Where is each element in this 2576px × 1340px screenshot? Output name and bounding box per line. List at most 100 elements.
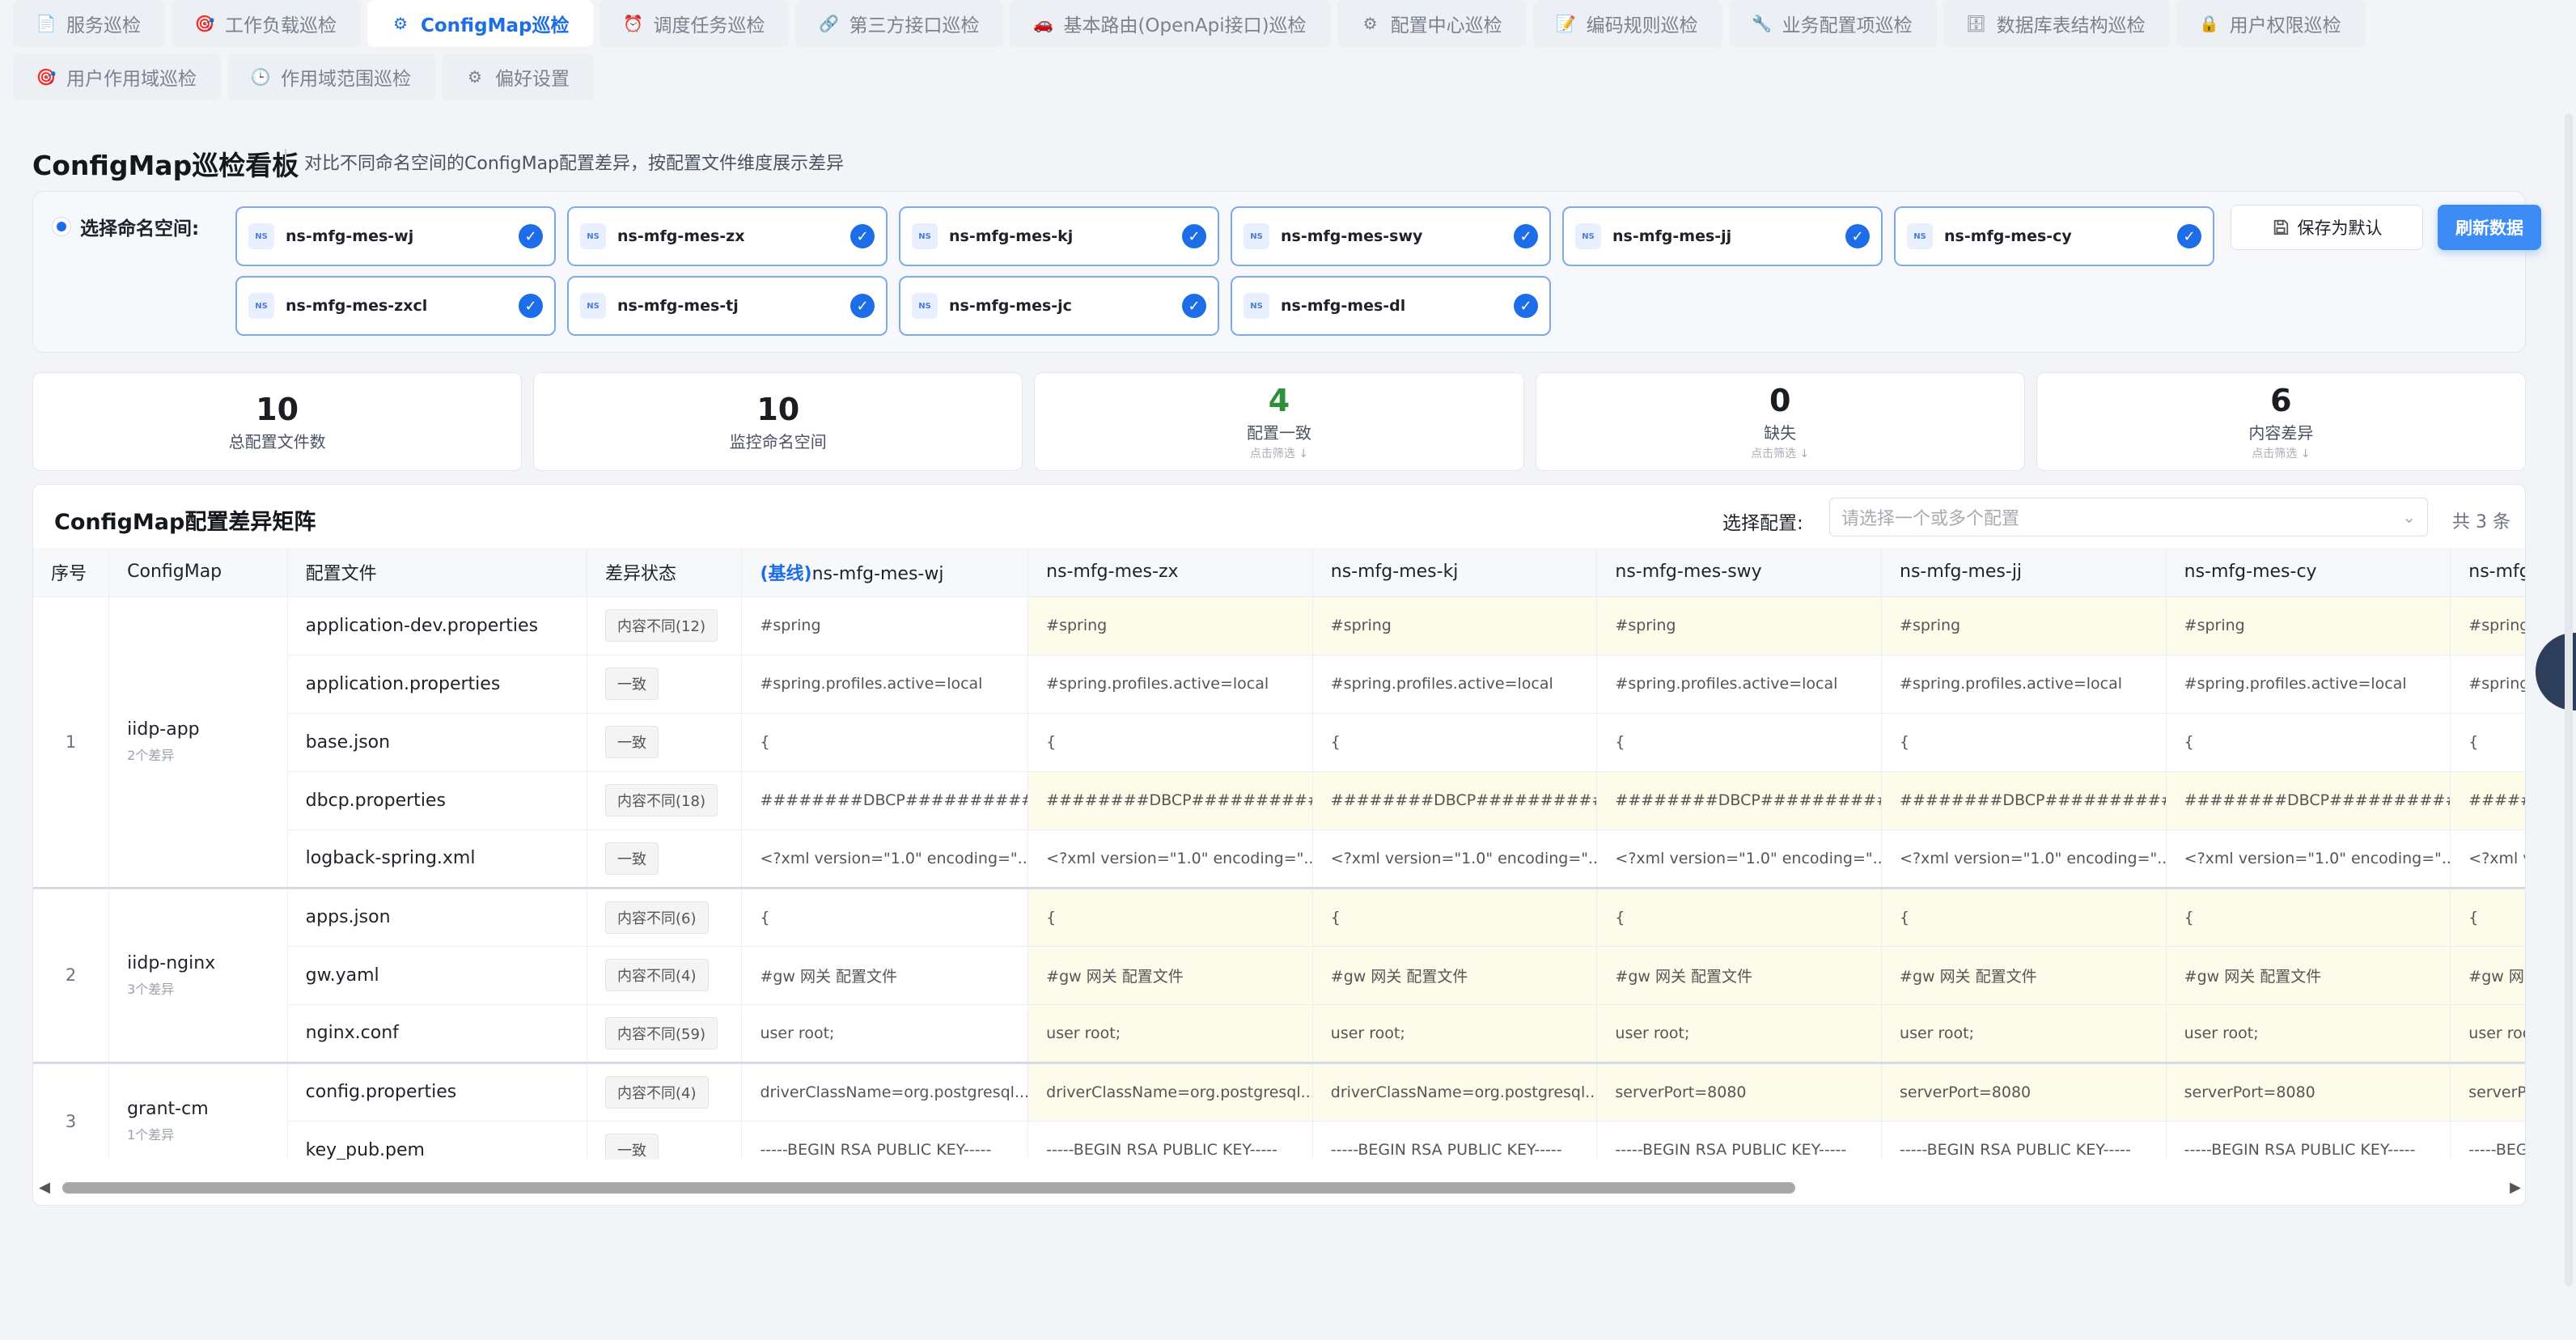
stat-card[interactable]: 6 内容差异 点击筛选 ↓ <box>2036 372 2526 471</box>
config-value-cell[interactable]: user root; <box>2166 1004 2451 1063</box>
config-value-cell[interactable]: #gw 网关 配置文件 <box>2450 946 2525 1005</box>
tab-7[interactable]: ⚙ 配置中心巡检 <box>1337 0 1527 47</box>
stat-card[interactable]: 4 配置一致 点击筛选 ↓ <box>1034 372 1524 471</box>
config-value-cell[interactable]: #gw 网关 配置文件 <box>741 946 1029 1005</box>
config-value-cell[interactable]: ########DBCP########## <box>1027 771 1313 830</box>
config-value-cell[interactable]: { <box>1881 886 2167 947</box>
tab-2[interactable]: 🎯 工作负载巡检 <box>172 0 361 47</box>
config-value-cell[interactable]: user root; <box>1312 1004 1598 1063</box>
tab-14[interactable]: ⚙ 偏好设置 <box>442 53 594 100</box>
page-vertical-scrollbar[interactable] <box>2565 113 2573 1327</box>
config-value-cell[interactable]: { <box>1027 886 1313 947</box>
tab-5[interactable]: 🔗 第三方接口巡检 <box>795 0 1004 47</box>
horizontal-scrollbar[interactable]: ◀ ▶ <box>33 1176 2525 1198</box>
namespace-chip[interactable]: NS ns-mfg-mes-zx ✓ <box>567 206 888 266</box>
config-value-cell[interactable]: <?xml version="1.0" encoding="... <box>2450 829 2525 888</box>
matrix-table-wrapper[interactable]: 序号 ConfigMap 配置文件 差异状态 (基线)ns-mfg-mes-wj ns-m… <box>33 548 2525 1160</box>
tab-11[interactable]: 🔒 用户权限巡检 <box>2176 0 2366 47</box>
namespace-chip[interactable]: NS ns-mfg-mes-kj ✓ <box>899 206 1219 266</box>
config-value-cell[interactable]: user root; <box>741 1004 1029 1063</box>
config-value-cell[interactable]: user root; <box>1881 1004 2167 1063</box>
tab-3[interactable]: ⚙ ConfigMap巡检 <box>367 0 594 47</box>
tab-1[interactable]: 📄 服务巡检 <box>13 0 165 47</box>
config-value-cell[interactable]: <?xml version="1.0" encoding="... <box>1596 829 1883 888</box>
tab-4[interactable]: ⏰ 调度任务巡检 <box>600 0 790 47</box>
tab-13[interactable]: 🕒 作用域范围巡检 <box>227 53 435 100</box>
config-value-cell[interactable]: { <box>1027 713 1313 772</box>
config-value-cell[interactable]: #gw 网关 配置文件 <box>2166 946 2451 1005</box>
config-value-cell[interactable]: #gw 网关 配置文件 <box>1312 946 1598 1005</box>
config-value-cell[interactable]: #spring <box>1027 596 1313 655</box>
scrollbar-track[interactable] <box>56 1181 2504 1194</box>
scrollbar-thumb[interactable] <box>62 1182 1795 1194</box>
config-value-cell[interactable]: #gw 网关 配置文件 <box>1027 946 1313 1005</box>
config-value-cell[interactable]: -----BEGIN RSA PUBLIC KEY----- <box>2450 1121 2525 1160</box>
page-scrollbar-thumb[interactable] <box>2565 113 2573 1287</box>
config-value-cell[interactable]: -----BEGIN RSA PUBLIC KEY----- <box>1596 1121 1883 1160</box>
refresh-button[interactable]: 刷新数据 <box>2438 205 2541 250</box>
namespace-chip[interactable]: NS ns-mfg-mes-zxcl ✓ <box>235 276 556 336</box>
config-value-cell[interactable]: { <box>1312 713 1598 772</box>
tab-6[interactable]: 🚗 基本路由(OpenApi接口)巡检 <box>1010 0 1331 47</box>
config-value-cell[interactable]: -----BEGIN RSA PUBLIC KEY----- <box>1881 1121 2167 1160</box>
config-value-cell[interactable]: <?xml version="1.0" encoding="... <box>1881 829 2167 888</box>
config-value-cell[interactable]: -----BEGIN RSA PUBLIC KEY----- <box>1027 1121 1313 1160</box>
config-value-cell[interactable]: ########DBCP########## <box>2450 771 2525 830</box>
config-value-cell[interactable]: { <box>1596 886 1883 947</box>
namespace-chip[interactable]: NS ns-mfg-mes-cy ✓ <box>1894 206 2214 266</box>
config-value-cell[interactable]: #spring.profiles.active=local <box>741 655 1029 714</box>
config-value-cell[interactable]: { <box>741 713 1029 772</box>
tab-8[interactable]: 📝 编码规则巡检 <box>1532 0 1722 47</box>
namespace-chip[interactable]: NS ns-mfg-mes-jc ✓ <box>899 276 1219 336</box>
config-value-cell[interactable]: ########DBCP########## <box>1596 771 1883 830</box>
namespace-chip[interactable]: NS ns-mfg-mes-wj ✓ <box>235 206 556 266</box>
config-value-cell[interactable]: #spring <box>2166 596 2451 655</box>
tab-9[interactable]: 🔧 业务配置项巡检 <box>1728 0 1937 47</box>
config-value-cell[interactable]: #spring.profiles.active=local <box>1027 655 1313 714</box>
config-value-cell[interactable]: { <box>1312 886 1598 947</box>
namespace-chip[interactable]: NS ns-mfg-mes-tj ✓ <box>567 276 888 336</box>
config-value-cell[interactable]: -----BEGIN RSA PUBLIC KEY----- <box>1312 1121 1598 1160</box>
config-value-cell[interactable]: { <box>741 886 1029 947</box>
config-value-cell[interactable]: #spring.profiles.active=local <box>1596 655 1883 714</box>
config-value-cell[interactable]: { <box>2450 886 2525 947</box>
config-value-cell[interactable]: #spring <box>1312 596 1598 655</box>
config-value-cell[interactable]: ########DBCP########## <box>1881 771 2167 830</box>
save-default-button[interactable]: 保存为默认 <box>2231 205 2423 250</box>
config-value-cell[interactable]: #spring.profiles.active=local <box>2450 655 2525 714</box>
scroll-right-arrow-icon[interactable]: ▶ <box>2504 1179 2525 1196</box>
config-value-cell[interactable]: -----BEGIN RSA PUBLIC KEY----- <box>2166 1121 2451 1160</box>
config-value-cell[interactable]: { <box>2166 713 2451 772</box>
config-value-cell[interactable]: { <box>2450 713 2525 772</box>
tab-12[interactable]: 🎯 用户作用域巡检 <box>13 53 221 100</box>
config-filter-select[interactable]: 请选择一个或多个配置 ⌄ <box>1829 498 2428 536</box>
config-value-cell[interactable]: { <box>1596 713 1883 772</box>
namespace-chip[interactable]: NS ns-mfg-mes-swy ✓ <box>1231 206 1551 266</box>
config-value-cell[interactable]: <?xml version="1.0" encoding="... <box>2166 829 2451 888</box>
config-value-cell[interactable]: driverClassName=org.postgresql... <box>1027 1061 1313 1122</box>
config-value-cell[interactable]: user root; <box>2450 1004 2525 1063</box>
scroll-left-arrow-icon[interactable]: ◀ <box>33 1179 56 1196</box>
config-value-cell[interactable]: user root; <box>1027 1004 1313 1063</box>
config-value-cell[interactable]: #spring <box>741 596 1029 655</box>
config-value-cell[interactable]: <?xml version="1.0" encoding="... <box>741 829 1029 888</box>
config-value-cell[interactable]: { <box>2166 886 2451 947</box>
config-value-cell[interactable]: -----BEGIN RSA PUBLIC KEY----- <box>741 1121 1029 1160</box>
config-value-cell[interactable]: <?xml version="1.0" encoding="... <box>1027 829 1313 888</box>
config-value-cell[interactable]: #gw 网关 配置文件 <box>1596 946 1883 1005</box>
config-value-cell[interactable]: #spring <box>1881 596 2167 655</box>
config-value-cell[interactable]: #spring <box>2450 596 2525 655</box>
config-value-cell[interactable]: serverPort=8080 <box>1596 1061 1883 1122</box>
config-value-cell[interactable]: driverClassName=org.postgresql... <box>1312 1061 1598 1122</box>
config-value-cell[interactable]: user root; <box>1596 1004 1883 1063</box>
config-value-cell[interactable]: <?xml version="1.0" encoding="... <box>1312 829 1598 888</box>
config-value-cell[interactable]: ########DBCP########## <box>2166 771 2451 830</box>
config-value-cell[interactable]: { <box>1881 713 2167 772</box>
config-value-cell[interactable]: serverPort=8080 <box>1881 1061 2167 1122</box>
stat-card[interactable]: 0 缺失 点击筛选 ↓ <box>1535 372 2025 471</box>
config-value-cell[interactable]: serverPort=8080 <box>2450 1061 2525 1122</box>
config-value-cell[interactable]: serverPort=8080 <box>2166 1061 2451 1122</box>
config-value-cell[interactable]: #spring.profiles.active=local <box>1881 655 2167 714</box>
tab-10[interactable]: 🗄 数据库表结构巡检 <box>1943 0 2170 47</box>
config-value-cell[interactable]: ########DBCP########## <box>741 771 1029 830</box>
